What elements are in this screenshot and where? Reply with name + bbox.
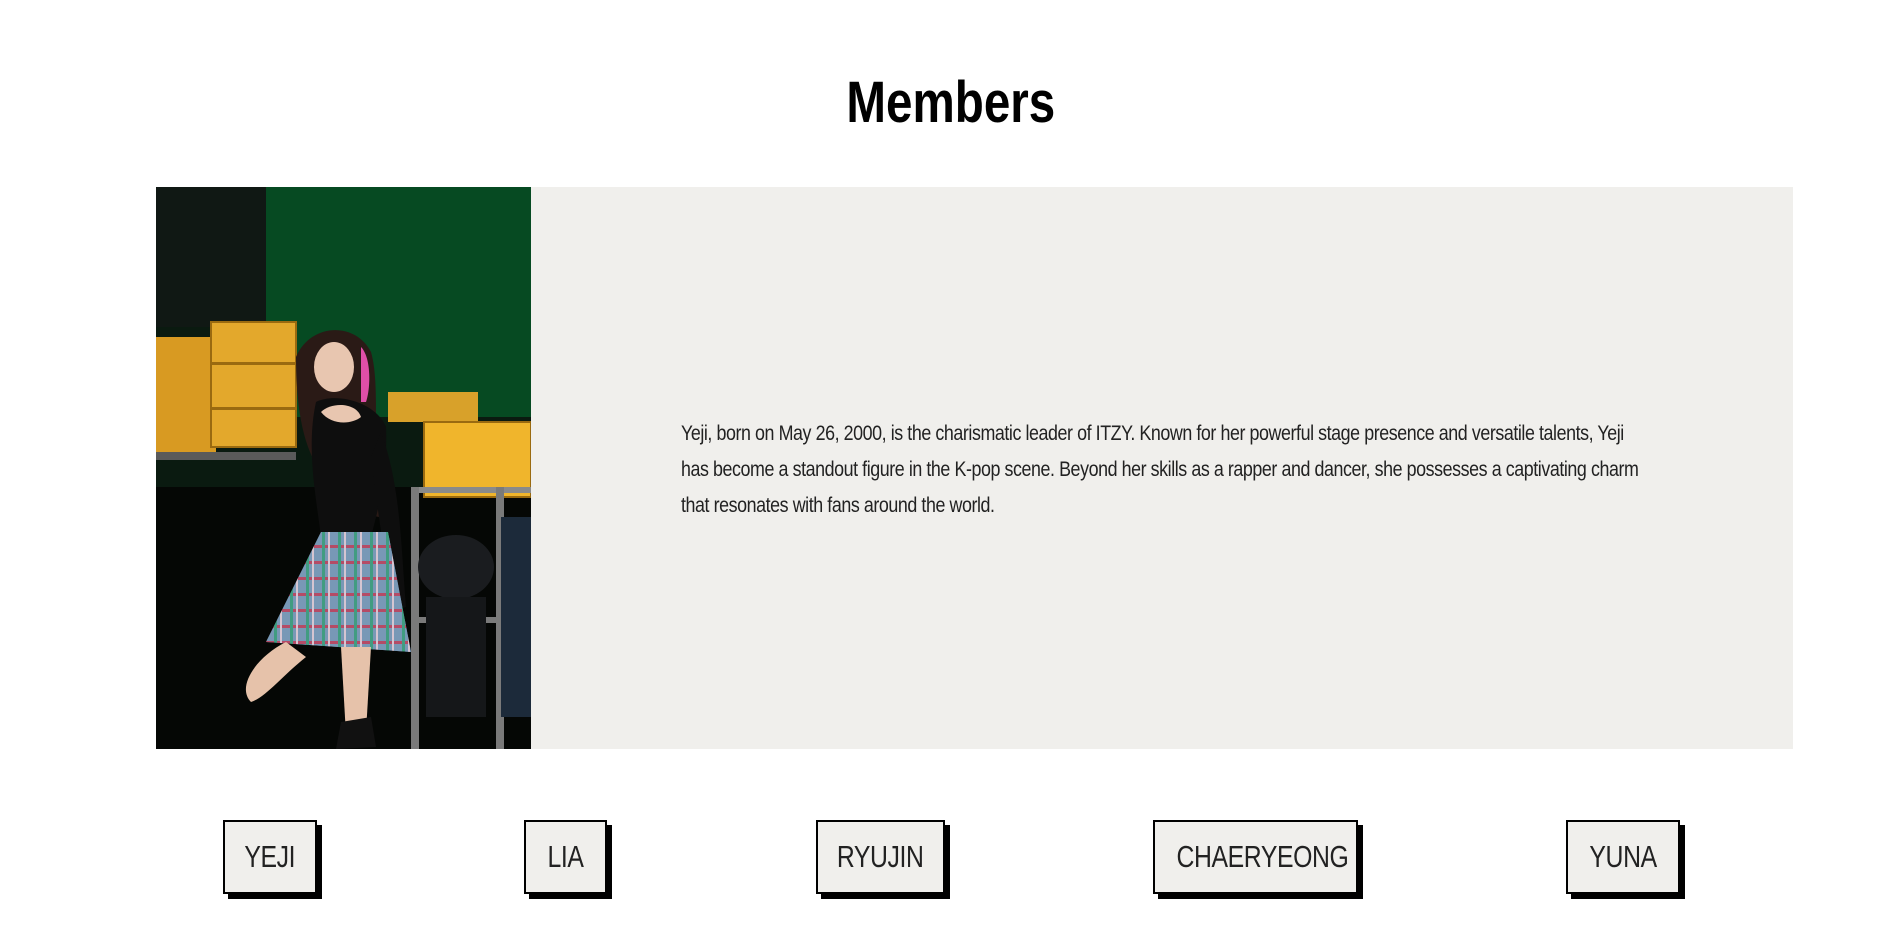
section-title: Members [846,70,1056,135]
member-button-label: LIA [547,839,584,874]
member-button-yeji[interactable]: YEJI [223,820,317,894]
member-button-label: CHAERYEONG [1176,839,1349,874]
member-button-label: YEJI [244,839,296,874]
member-card: Yeji, born on May 26, 2000, is the chari… [156,187,1793,749]
member-button-label: YUNA [1589,839,1657,874]
member-button-label: RYUJIN [837,839,924,874]
member-photo [156,187,531,749]
member-bio: Yeji, born on May 26, 2000, is the chari… [681,422,1639,517]
member-button-chaeryeong[interactable]: CHAERYEONG [1153,820,1358,894]
member-button-lia[interactable]: LIA [524,820,607,894]
member-button-ryujin[interactable]: RYUJIN [816,820,945,894]
member-button-yuna[interactable]: YUNA [1566,820,1680,894]
